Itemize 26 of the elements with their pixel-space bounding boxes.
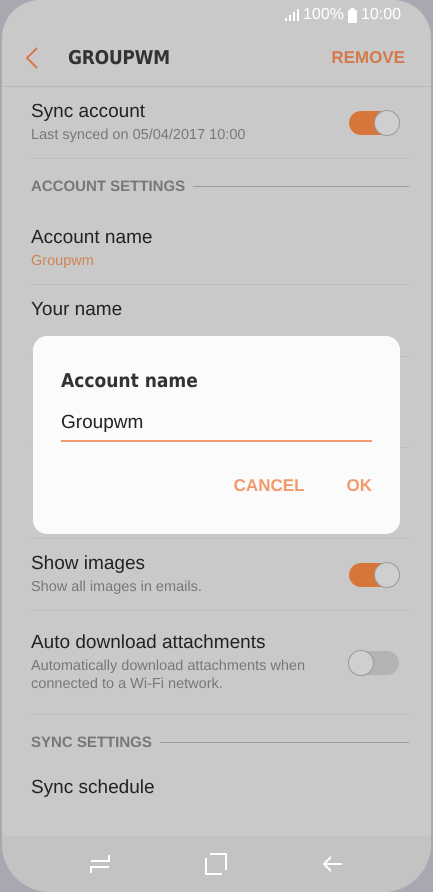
- setting-title: Auto download attachments: [31, 632, 266, 654]
- input-field[interactable]: Groupwm: [61, 408, 372, 442]
- setting-title: Your name: [31, 298, 124, 320]
- setting-title: Account name: [31, 226, 154, 248]
- battery-icon: [348, 8, 357, 22]
- setting-title: Show images: [31, 552, 146, 574]
- setting-subtitle: Show all images in emails.: [31, 578, 203, 596]
- toggle-switch[interactable]: [349, 562, 399, 586]
- setting-title: Sync account: [31, 100, 146, 122]
- toggle-switch[interactable]: [349, 650, 399, 674]
- setting-subtitle: Automatically download attachments when connected to a Wi-Fi network.: [31, 657, 306, 693]
- section-heading: SYNC SETTINGS: [31, 734, 152, 750]
- toggle-switch[interactable]: [349, 110, 399, 134]
- recents-icon[interactable]: [90, 854, 110, 874]
- dialog-button[interactable]: CANCEL: [234, 476, 304, 496]
- page-title: GROUPWM: [68, 47, 171, 69]
- back-icon[interactable]: [323, 854, 344, 874]
- section-heading: ACCOUNT SETTINGS: [31, 178, 186, 194]
- dialog-button[interactable]: OK: [346, 476, 372, 496]
- setting-subtitle: Last synced on 05/04/2017 10:00: [31, 126, 246, 144]
- setting-subtitle: Groupwm: [31, 252, 95, 270]
- dialog-title: Account name: [61, 370, 199, 392]
- home-icon[interactable]: [205, 853, 228, 875]
- signal-icon: [285, 9, 300, 21]
- remove-button[interactable]: REMOVE: [331, 48, 405, 68]
- setting-title: Sync schedule: [31, 777, 156, 799]
